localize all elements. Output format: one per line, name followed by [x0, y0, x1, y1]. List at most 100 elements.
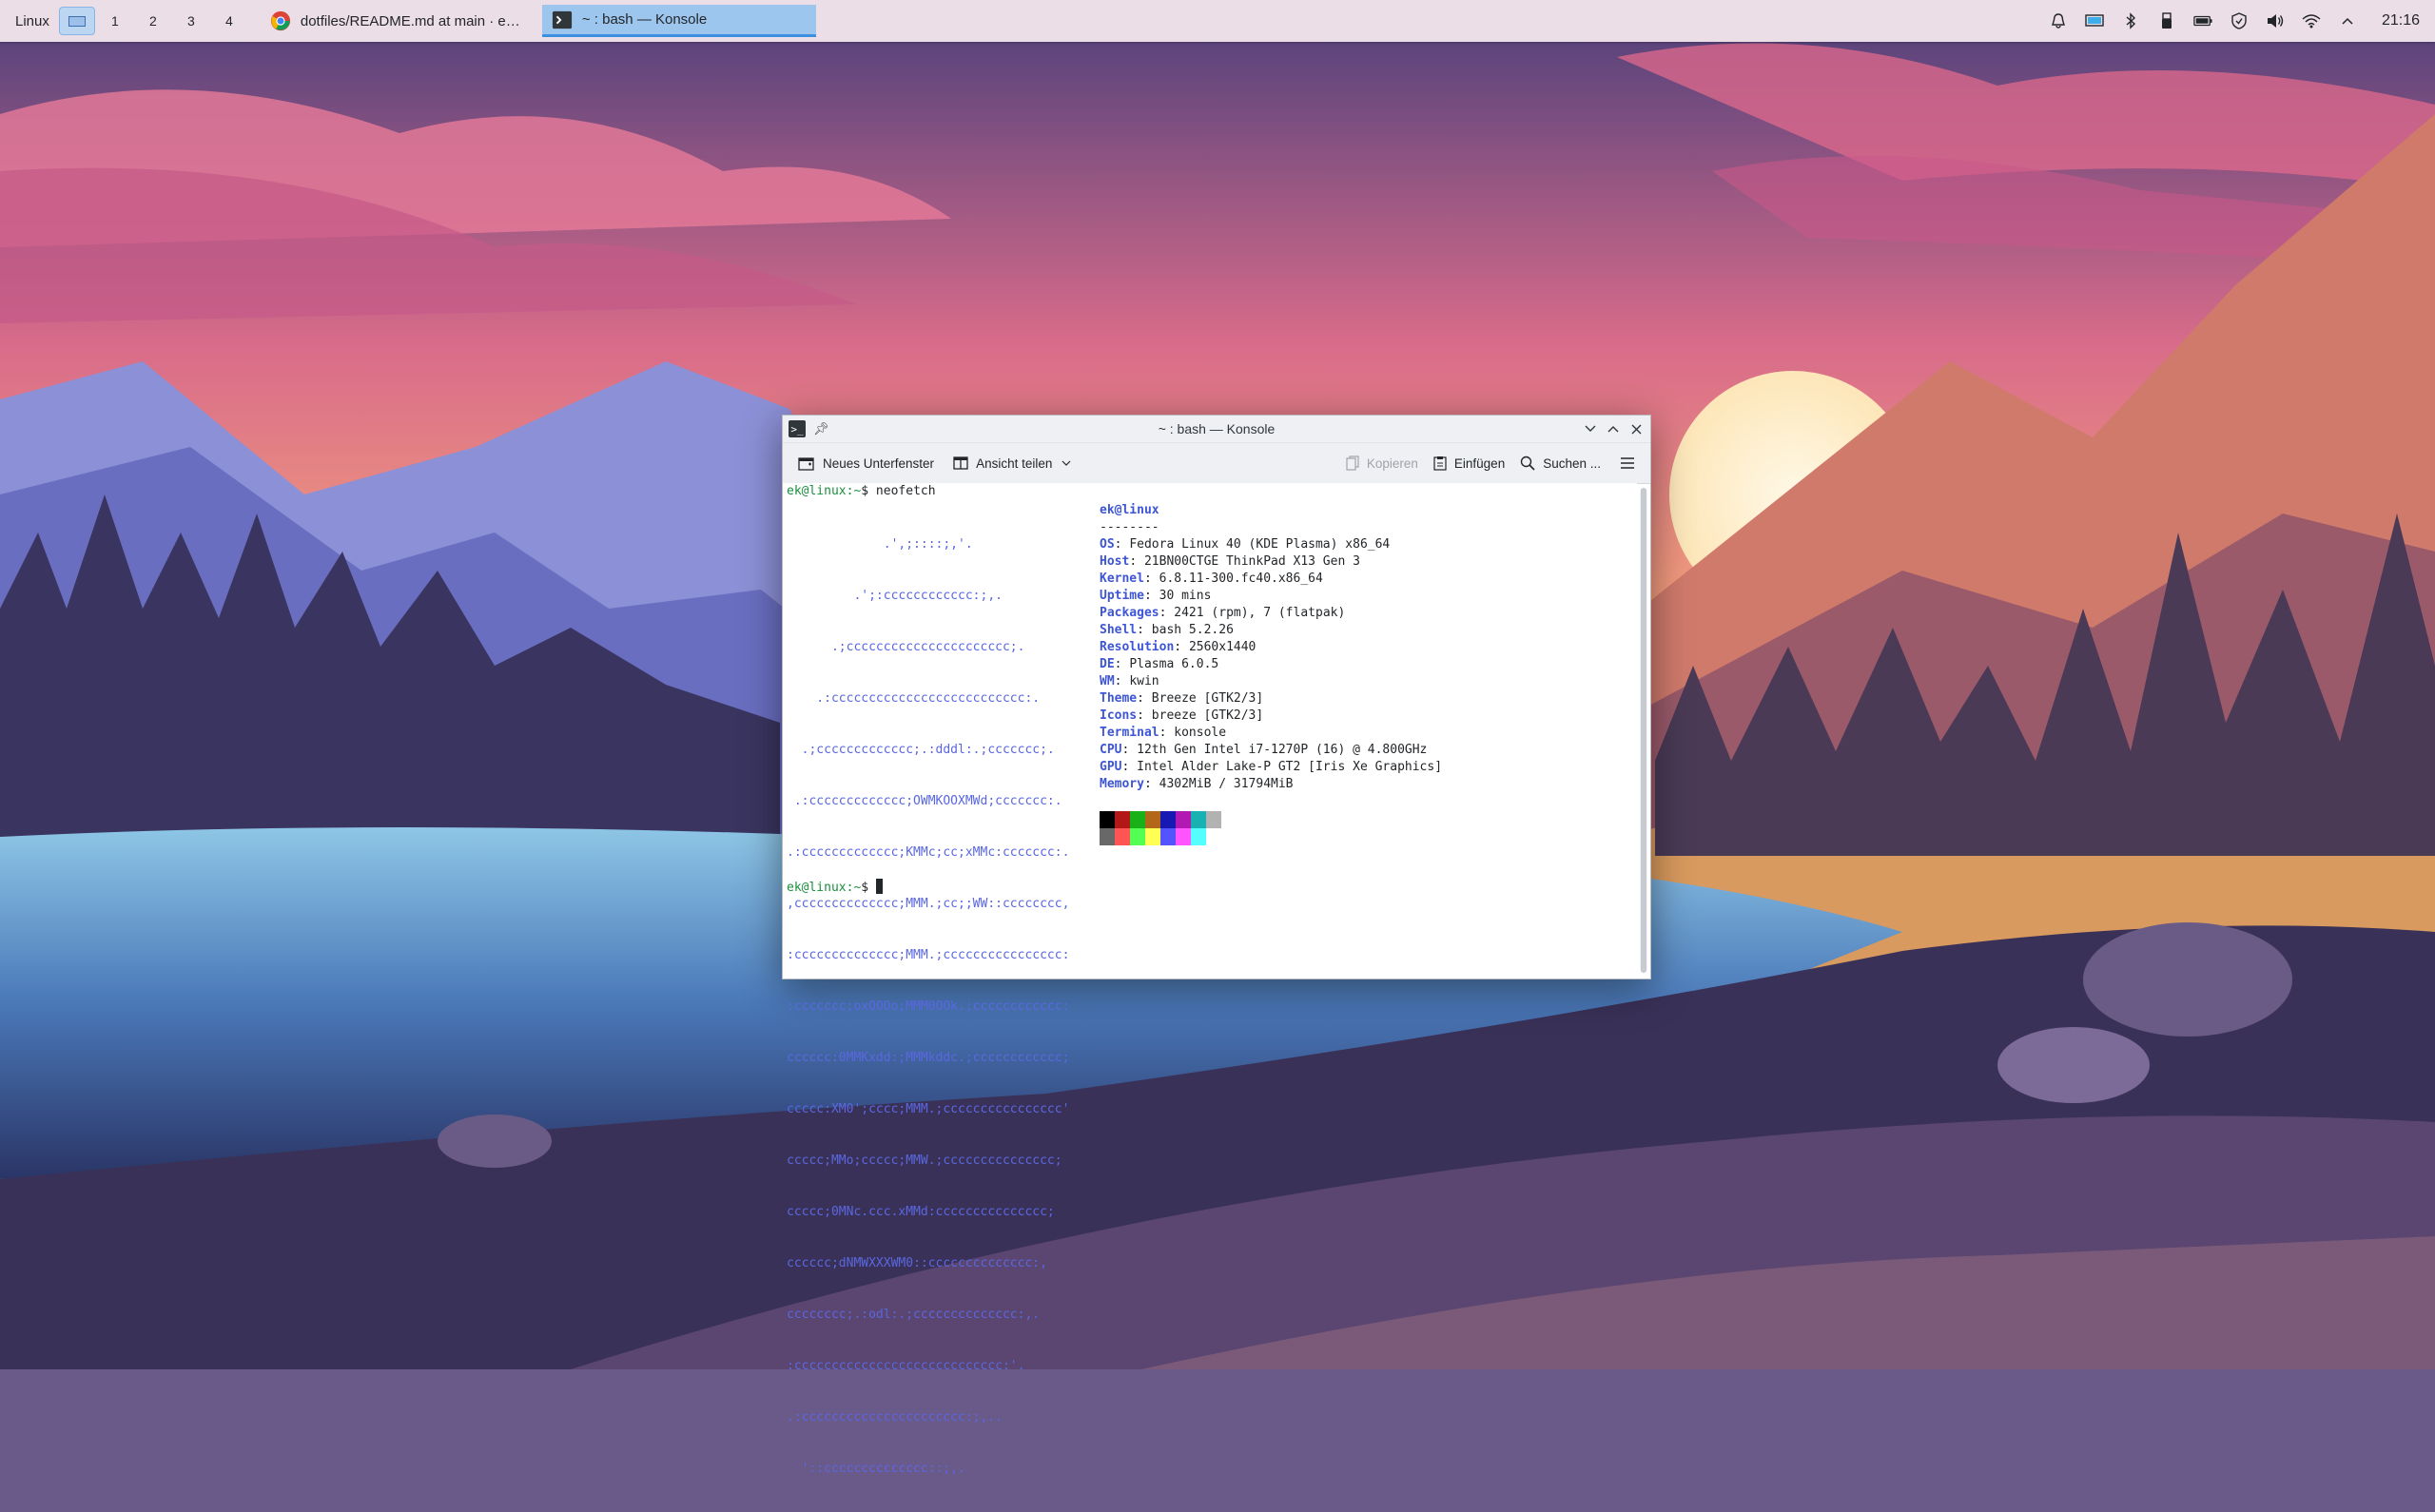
copy-label: Kopieren: [1366, 456, 1418, 471]
color-swatch: [1176, 828, 1191, 845]
terminal-area[interactable]: ek@linux:~$ neofetch .',;::::;,'. .';:cc…: [783, 483, 1637, 1476]
color-swatch: [1206, 828, 1221, 845]
fedora-ascii-logo: .',;::::;,'. .';:cccccccccccc:;,. .;cccc…: [787, 502, 1069, 1512]
info-label: Packages: [1100, 606, 1159, 620]
info-row-memory: Memory: 4302MiB / 31794MiB: [1100, 777, 1294, 791]
color-swatch: [1206, 811, 1221, 828]
copy-button[interactable]: Kopieren: [1338, 448, 1426, 478]
paste-button[interactable]: Einfügen: [1426, 448, 1512, 478]
wifi-icon[interactable]: [2302, 11, 2321, 30]
virtual-desktop-label: 3: [186, 13, 195, 29]
split-view-icon: [953, 456, 968, 470]
logo-line: .:cccccccccccccccccccccc:;,..: [787, 1410, 1003, 1425]
activity-switcher[interactable]: Linux: [8, 7, 57, 35]
clock[interactable]: 21:16: [2382, 12, 2420, 29]
color-palette-row-2: [1100, 828, 1221, 845]
info-row-theme: Theme: Breeze [GTK2/3]: [1100, 691, 1264, 706]
logo-line: .;cccccccccccccccccccccc;.: [787, 640, 1025, 654]
minimize-button[interactable]: [1584, 422, 1597, 436]
info-value: 12th Gen Intel i7-1270P (16) @ 4.800GHz: [1137, 743, 1428, 757]
window-titlebar[interactable]: >_ 📌︎ ~ : bash — Konsole: [783, 416, 1650, 443]
new-tab-icon: [798, 457, 814, 471]
virtual-desktop-4[interactable]: 4: [211, 7, 247, 35]
virtual-desktop-1[interactable]: 1: [97, 7, 133, 35]
info-value: Breeze [GTK2/3]: [1151, 691, 1264, 706]
tray-expand-icon[interactable]: [2338, 11, 2357, 30]
info-value: 21BN00CTGE ThinkPad X13 Gen 3: [1143, 554, 1360, 569]
info-label: Terminal: [1100, 726, 1159, 740]
virtual-desktop-2[interactable]: 2: [135, 7, 171, 35]
info-label: WM: [1100, 674, 1115, 688]
color-swatch: [1145, 828, 1160, 845]
taskbar-item-label: ~ : bash — Konsole: [581, 11, 708, 28]
color-palette-row-1: [1100, 811, 1221, 828]
logo-line: :cccccccccccccccccccccccccccc:'.: [787, 1359, 1025, 1373]
scrollbar-thumb[interactable]: [1641, 488, 1646, 973]
paste-icon: [1433, 456, 1447, 471]
bluetooth-icon[interactable]: [2121, 11, 2140, 30]
chevron-down-icon: [1062, 460, 1071, 466]
virtual-desktop-label: 1: [110, 13, 119, 29]
color-swatch: [1100, 811, 1115, 828]
usb-device-icon[interactable]: [2157, 11, 2176, 30]
prompt-symbol: $: [861, 484, 869, 498]
prompt-user: ek@linux:~: [787, 484, 862, 498]
taskbar-item-konsole[interactable]: ~ : bash — Konsole: [541, 5, 816, 37]
info-row-de: DE: Plasma 6.0.5: [1100, 657, 1219, 671]
info-value: 2421 (rpm), 7 (flatpak): [1174, 606, 1346, 620]
logo-line: ccccc;MMo;ccccc;MMW.;ccccccccccccccc;: [787, 1153, 1062, 1168]
info-row-host: Host: 21BN00CTGE ThinkPad X13 Gen 3: [1100, 554, 1360, 569]
close-icon: [1631, 424, 1641, 434]
split-view-button[interactable]: Ansicht teilen: [945, 448, 1079, 478]
info-row-gpu: GPU: Intel Alder Lake-P GT2 [Iris Xe Gra…: [1100, 760, 1443, 774]
maximize-button[interactable]: [1607, 422, 1620, 436]
info-header: ek@linux: [1100, 503, 1159, 517]
info-row-resolution: Resolution: 2560x1440: [1100, 640, 1256, 654]
logo-line: .:cccccccccccccccccccccccccc:.: [787, 691, 1041, 706]
info-value: Fedora Linux 40 (KDE Plasma) x86_64: [1129, 537, 1391, 552]
search-button[interactable]: Suchen ...: [1512, 448, 1608, 478]
battery-icon[interactable]: [2193, 11, 2212, 30]
info-label: DE: [1100, 657, 1115, 671]
logo-line: .:ccccccccccccc;OWMKOOXMWd;ccccccc:.: [787, 794, 1062, 808]
virtual-desktop-3[interactable]: 3: [173, 7, 209, 35]
close-button[interactable]: [1629, 422, 1643, 436]
info-label: Uptime: [1100, 589, 1144, 603]
info-value: kwin: [1129, 674, 1159, 688]
new-tab-button[interactable]: Neues Unterfenster: [790, 448, 942, 478]
info-label: OS: [1100, 537, 1115, 552]
activity-label: Linux: [15, 12, 49, 29]
virtual-desktop-overview[interactable]: [58, 7, 95, 35]
color-swatch: [1191, 828, 1206, 845]
taskbar-item-label: dotfiles/README.md at main · ek92...: [300, 12, 527, 29]
pin-icon[interactable]: 📌︎: [813, 421, 829, 436]
logo-line: ccccc:XM0';cccc;MMM.;cccccccccccccccc': [787, 1102, 1070, 1116]
info-label: Kernel: [1100, 572, 1144, 586]
info-row-packages: Packages: 2421 (rpm), 7 (flatpak): [1100, 606, 1346, 620]
neofetch-info: ek@linux -------- OS: Fedora Linux 40 (K…: [1100, 502, 1442, 793]
color-swatch: [1145, 811, 1160, 828]
info-value: Plasma 6.0.5: [1129, 657, 1219, 671]
hamburger-menu-button[interactable]: [1612, 448, 1643, 478]
taskbar-item-chrome[interactable]: dotfiles/README.md at main · ek92...: [261, 5, 536, 37]
new-tab-label: Neues Unterfenster: [823, 456, 935, 471]
split-view-label: Ansicht teilen: [976, 456, 1053, 471]
terminal-scrollbar[interactable]: [1640, 488, 1647, 973]
color-swatch: [1160, 828, 1176, 845]
terminal-app-icon[interactable]: >_: [789, 420, 806, 437]
color-swatch: [1130, 828, 1145, 845]
notifications-icon[interactable]: [2049, 11, 2068, 30]
command-text: neofetch: [868, 484, 936, 498]
info-value: breeze [GTK2/3]: [1151, 708, 1264, 723]
logo-line: cccccc;dNMWXXXWM0::cccccccccccccc:,: [787, 1256, 1047, 1270]
color-swatch: [1176, 811, 1191, 828]
volume-icon[interactable]: [2266, 11, 2285, 30]
info-row-kernel: Kernel: 6.8.11-300.fc40.x86_64: [1100, 572, 1323, 586]
vpn-shield-icon[interactable]: [2230, 11, 2249, 30]
konsole-window: >_ 📌︎ ~ : bash — Konsole Neues Unterfens…: [782, 415, 1651, 1476]
display-icon[interactable]: [2085, 11, 2104, 30]
konsole-icon: [552, 10, 572, 29]
copy-icon: [1346, 456, 1359, 471]
info-row-os: OS: Fedora Linux 40 (KDE Plasma) x86_64: [1100, 537, 1391, 552]
current-prompt-line: ek@linux:~$: [787, 879, 883, 897]
